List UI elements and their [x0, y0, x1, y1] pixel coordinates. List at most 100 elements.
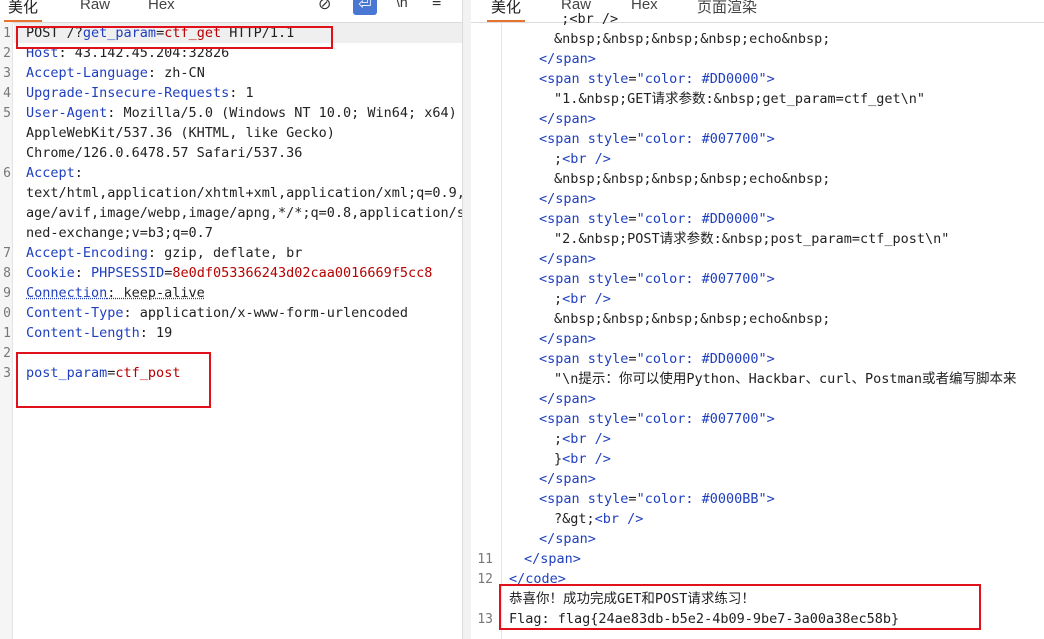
line-number: 8	[3, 266, 11, 281]
response-line: }<br />	[554, 449, 611, 469]
code-text: Chrome/126.0.6478.57 Safari/537.36	[26, 145, 303, 161]
html-attr: style	[587, 351, 629, 367]
html-attr: style	[587, 491, 629, 507]
request-line: ned-exchange;v=b3;q=0.7	[26, 223, 213, 243]
response-line: "2.&nbsp;POST请求参数:&nbsp;post_param=ctf_p…	[554, 229, 949, 249]
response-line: <span style="color: #DD0000">	[539, 349, 775, 369]
param-value: 8e0df053366243d02caa0016669f5cc8	[172, 265, 433, 281]
attr-value: "color: #007700"	[636, 411, 767, 427]
response-line: </span>	[539, 249, 596, 269]
line-number: 3	[3, 366, 11, 381]
code-text: &nbsp;&nbsp;&nbsp;&nbsp;echo&nbsp;	[554, 311, 831, 327]
html-tag: <br />	[562, 291, 611, 307]
response-line: </span>	[539, 469, 596, 489]
tab-raw[interactable]: Raw	[80, 0, 110, 13]
highlight-box-post-body	[16, 352, 211, 408]
line-number: 1	[3, 26, 11, 41]
response-line: <span style="color: #DD0000">	[539, 209, 775, 229]
html-tag: </span>	[539, 111, 596, 127]
tab-hex[interactable]: Hex	[631, 0, 658, 13]
request-line: Upgrade-Insecure-Requests: 1	[26, 83, 254, 103]
line-number: 2	[3, 346, 11, 361]
html-tag: </span>	[539, 251, 596, 267]
response-line: <span style="color: #007700">	[539, 129, 775, 149]
code-text: =	[628, 491, 637, 507]
html-tag: <span	[539, 271, 588, 287]
header-name: Content-Type	[26, 305, 124, 321]
html-tag: >	[766, 271, 775, 287]
attr-value: "color: #0000BB"	[636, 491, 767, 507]
response-line: <span style="color: #0000BB">	[539, 489, 775, 509]
response-line: ;<br />	[545, 11, 619, 27]
html-attr: style	[587, 131, 629, 147]
code-text: "2.&nbsp;POST请求参数:&nbsp;post_param=ctf_p…	[554, 231, 950, 247]
html-attr: style	[587, 271, 629, 287]
line-number: 7	[3, 246, 11, 261]
response-line: ;<br />	[554, 429, 611, 449]
request-line: Connection: keep-alive	[26, 283, 205, 303]
request-line: age/avif,image/webp,image/apng,*/*;q=0.8…	[26, 203, 462, 223]
html-attr: style	[587, 211, 629, 227]
html-tag: <span	[539, 491, 588, 507]
html-tag: </span>	[539, 531, 596, 547]
html-tag: >	[766, 411, 775, 427]
html-tag: </span>	[539, 331, 596, 347]
response-line: ?&gt;<br />	[554, 509, 643, 529]
attr-value: "color: #DD0000"	[636, 71, 767, 87]
header-name: Cookie	[26, 265, 75, 281]
tab-hex[interactable]: Hex	[148, 0, 175, 13]
response-line: &nbsp;&nbsp;&nbsp;&nbsp;echo&nbsp;	[554, 29, 830, 49]
html-tag: <span	[539, 71, 588, 87]
code-text: : keep-alive	[107, 285, 205, 301]
request-line: Accept-Encoding: gzip, deflate, br	[26, 243, 302, 263]
code-text: "\n提示：你可以使用Python、Hackbar、curl、Postman或者…	[554, 371, 1017, 387]
request-line: Content-Type: application/x-www-form-url…	[26, 303, 408, 323]
response-line: </span>	[539, 49, 596, 69]
line-gutter	[471, 22, 502, 639]
code-text: AppleWebKit/537.36 (KHTML, like Gecko)	[26, 125, 335, 141]
response-line: </span>	[539, 329, 596, 349]
newline-icon[interactable]: \n	[396, 0, 408, 10]
response-line: </span>	[539, 189, 596, 209]
wrap-lines-icon[interactable]: ⏎	[353, 0, 377, 15]
html-tag: >	[766, 491, 775, 507]
attr-value: "color: #DD0000"	[636, 351, 767, 367]
code-text: =	[628, 211, 637, 227]
response-pane: 美化 Raw Hex 页面渲染 ;<br /> &nbsp;&nbsp;&nbsp…	[471, 0, 1044, 639]
response-line: "1.&nbsp;GET请求参数:&nbsp;get_param=ctf_get…	[554, 89, 925, 109]
line-number: 3	[3, 66, 11, 81]
request-line: Accept-Language: zh-CN	[26, 63, 205, 83]
tab-pretty[interactable]: 美化	[486, 0, 526, 22]
code-text: : 1	[229, 85, 254, 101]
attr-value: "color: #007700"	[636, 271, 767, 287]
code-text: &nbsp;&nbsp;&nbsp;&nbsp;echo&nbsp;	[554, 31, 831, 47]
response-line: </span>	[539, 389, 596, 409]
html-tag: </span>	[539, 391, 596, 407]
eye-off-icon[interactable]: ⊘	[318, 0, 331, 14]
html-tag: </span>	[539, 191, 596, 207]
request-line: text/html,application/xhtml+xml,applicat…	[26, 183, 462, 203]
code-text: text/html,application/xhtml+xml,applicat…	[26, 185, 462, 201]
tab-pretty[interactable]: 美化	[3, 0, 43, 22]
html-tag: >	[766, 211, 775, 227]
html-tag: </span>	[524, 551, 581, 567]
html-tag: >	[766, 71, 775, 87]
tab-render[interactable]: 页面渲染	[697, 0, 757, 17]
html-attr: style	[587, 411, 629, 427]
request-line: Chrome/126.0.6478.57 Safari/537.36	[26, 143, 302, 163]
response-line: <span style="color: #007700">	[539, 269, 775, 289]
line-number: 5	[3, 106, 11, 121]
request-line: Content-Length: 19	[26, 323, 172, 343]
html-tag: >	[766, 351, 775, 367]
response-line: ;<br />	[554, 149, 611, 169]
line-number: 6	[3, 166, 11, 181]
code-text: : 19	[139, 325, 173, 341]
code-text: =	[628, 271, 637, 287]
html-tag: <br />	[594, 511, 644, 527]
line-number: 4	[3, 86, 11, 101]
response-line: &nbsp;&nbsp;&nbsp;&nbsp;echo&nbsp;	[554, 169, 830, 189]
code-text: : gzip, deflate, br	[147, 245, 303, 261]
code-text: }	[554, 451, 563, 467]
html-tag: <br />	[562, 431, 611, 447]
menu-icon[interactable]: ≡	[432, 0, 441, 12]
